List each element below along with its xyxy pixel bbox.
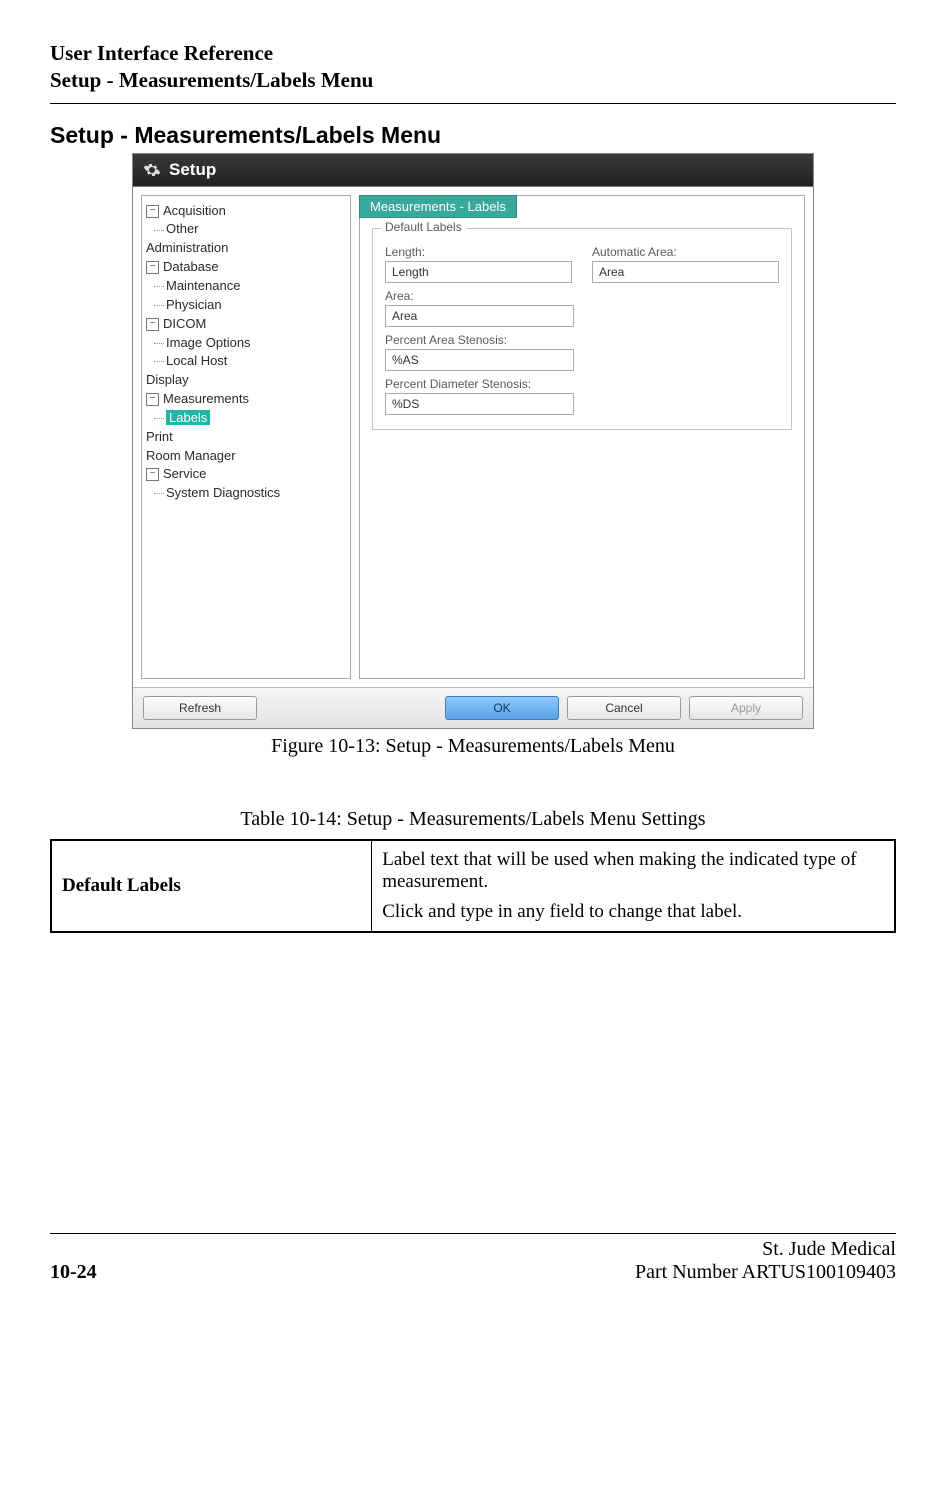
tree-item[interactable]: Other	[166, 221, 199, 236]
settings-table: Default Labels Label text that will be u…	[50, 839, 896, 933]
footer-company: St. Jude Medical	[635, 1238, 896, 1261]
tree-item[interactable]: System Diagnostics	[166, 485, 280, 500]
tree-item[interactable]: Room Manager	[146, 448, 236, 463]
settings-row-name: Default Labels	[51, 840, 372, 932]
tree-item[interactable]: Administration	[146, 240, 228, 255]
default-labels-group: Default Labels Length: Automatic Area: A…	[372, 228, 792, 430]
tree-item[interactable]: Acquisition	[163, 203, 226, 218]
tree-item[interactable]: DICOM	[163, 316, 206, 331]
expand-icon[interactable]: −	[146, 261, 159, 274]
expand-icon[interactable]: −	[146, 468, 159, 481]
tree-item[interactable]: Database	[163, 259, 219, 274]
tree-item[interactable]: Image Options	[166, 335, 251, 350]
section-heading: Setup - Measurements/Labels Menu	[50, 122, 896, 149]
setup-dialog: Setup −Acquisition Other Administration …	[132, 153, 814, 729]
length-label: Length:	[385, 245, 572, 259]
ok-button[interactable]: OK	[445, 696, 559, 720]
refresh-button[interactable]: Refresh	[143, 696, 257, 720]
area-label: Area:	[385, 289, 779, 303]
area-input[interactable]	[385, 305, 574, 327]
nav-tree[interactable]: −Acquisition Other Administration −Datab…	[141, 195, 351, 679]
footer-part-number: Part Number ARTUS100109403	[635, 1261, 896, 1284]
apply-button[interactable]: Apply	[689, 696, 803, 720]
cancel-button[interactable]: Cancel	[567, 696, 681, 720]
tree-item[interactable]: Print	[146, 429, 173, 444]
auto-area-input[interactable]	[592, 261, 779, 283]
tree-item[interactable]: Display	[146, 372, 189, 387]
expand-icon[interactable]: −	[146, 393, 159, 406]
tree-item-selected[interactable]: Labels	[166, 410, 210, 425]
doc-header-line1: User Interface Reference	[50, 40, 896, 67]
pds-label: Percent Diameter Stenosis:	[385, 377, 779, 391]
page-number: 10-24	[50, 1261, 97, 1284]
length-input[interactable]	[385, 261, 572, 283]
tree-item[interactable]: Measurements	[163, 391, 249, 406]
tree-item[interactable]: Local Host	[166, 353, 227, 368]
content-panel: Measurements - Labels Default Labels Len…	[359, 195, 805, 679]
dialog-titlebar: Setup	[133, 154, 813, 186]
dialog-button-bar: Refresh OK Cancel Apply	[133, 687, 813, 728]
pds-input[interactable]	[385, 393, 574, 415]
gear-icon	[143, 161, 161, 179]
auto-area-label: Automatic Area:	[592, 245, 779, 259]
footer-rule	[50, 1233, 896, 1234]
expand-icon[interactable]: −	[146, 318, 159, 331]
tree-item[interactable]: Service	[163, 466, 206, 481]
doc-header-line2: Setup - Measurements/Labels Menu	[50, 67, 896, 94]
settings-row-desc: Label text that will be used when making…	[372, 840, 895, 932]
fieldset-legend: Default Labels	[381, 220, 466, 234]
table-caption: Table 10-14: Setup - Measurements/Labels…	[50, 808, 896, 831]
settings-desc-p1: Label text that will be used when making…	[382, 849, 884, 893]
settings-desc-p2: Click and type in any field to change th…	[382, 901, 884, 923]
panel-title: Measurements - Labels	[359, 195, 517, 218]
header-rule	[50, 103, 896, 104]
tree-item[interactable]: Maintenance	[166, 278, 240, 293]
dialog-title: Setup	[169, 160, 216, 180]
pas-input[interactable]	[385, 349, 574, 371]
expand-icon[interactable]: −	[146, 205, 159, 218]
tree-item[interactable]: Physician	[166, 297, 222, 312]
pas-label: Percent Area Stenosis:	[385, 333, 779, 347]
figure-caption: Figure 10-13: Setup - Measurements/Label…	[50, 735, 896, 758]
